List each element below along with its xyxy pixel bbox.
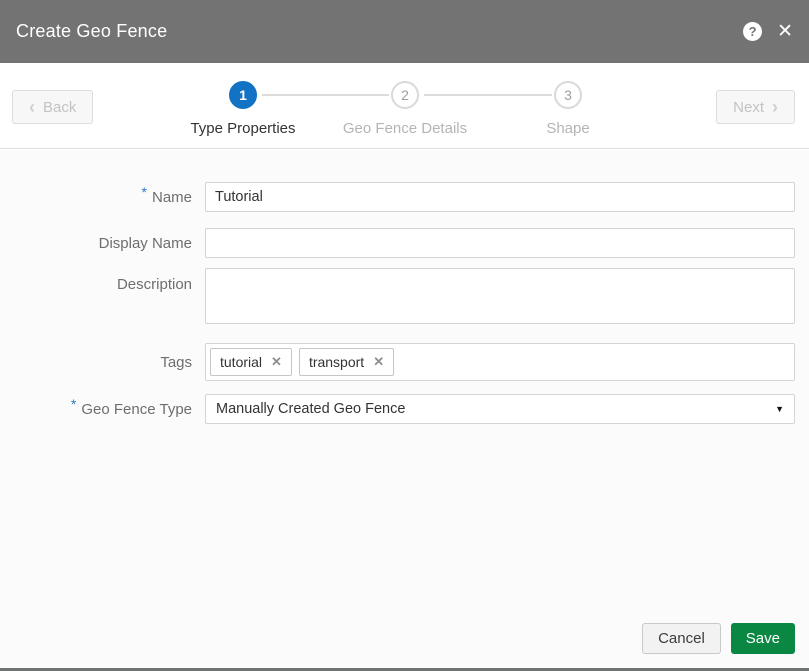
chevron-right-icon: › [772, 97, 778, 117]
step-connector-2 [424, 94, 552, 96]
step-3-circle[interactable]: 3 [554, 81, 582, 109]
tag-chip-label: tutorial [220, 354, 263, 370]
remove-tag-icon[interactable]: ✕ [271, 354, 282, 370]
back-button-label: Back [43, 98, 77, 116]
step-3-label: Shape [546, 120, 590, 137]
close-icon[interactable]: ✕ [777, 22, 793, 41]
form-area: * Name Display Name Description [0, 150, 809, 668]
step-connector-1 [262, 94, 389, 96]
geo-fence-type-row: * Geo Fence Type Manually Created Geo Fe… [0, 394, 795, 424]
tag-chip: tutorial ✕ [210, 348, 292, 376]
save-button[interactable]: Save [730, 623, 795, 654]
next-button[interactable]: Next › [716, 90, 795, 124]
create-geo-fence-dialog: Create Geo Fence ? ✕ ‹ Back Next › 1 2 3… [0, 0, 809, 671]
geo-fence-type-select[interactable]: Manually Created Geo Fence ▼ [205, 394, 795, 424]
required-asterisk: * [141, 184, 147, 200]
dialog-title: Create Geo Fence [16, 21, 168, 41]
next-button-label: Next [733, 98, 764, 116]
step-2-label: Geo Fence Details [342, 120, 468, 137]
display-name-input[interactable] [205, 228, 795, 258]
required-asterisk: * [70, 396, 77, 412]
geo-fence-type-label: * Geo Fence Type [70, 396, 192, 418]
header-actions: ? ✕ [743, 22, 793, 41]
step-1-circle[interactable]: 1 [229, 81, 257, 109]
caret-down-icon: ▼ [775, 404, 784, 414]
geo-fence-type-value: Manually Created Geo Fence [216, 401, 406, 417]
step-1-label: Type Properties [190, 120, 296, 137]
name-row: * Name [0, 182, 795, 212]
tags-input[interactable]: tutorial ✕ transport ✕ [205, 343, 795, 381]
cancel-button[interactable]: Cancel [642, 623, 721, 654]
name-label: * Name [141, 184, 192, 206]
wizard-train: ‹ Back Next › 1 2 3 Type Properties Geo … [0, 63, 809, 149]
remove-tag-icon[interactable]: ✕ [373, 354, 384, 370]
tags-row: Tags tutorial ✕ transport ✕ [0, 343, 795, 381]
tag-chip: transport ✕ [298, 348, 395, 376]
dialog-footer: Cancel Save [642, 623, 795, 654]
help-icon[interactable]: ? [743, 22, 763, 41]
chevron-left-icon: ‹ [29, 97, 35, 117]
description-row: Description [0, 268, 795, 329]
name-input[interactable] [205, 182, 795, 212]
tags-label: Tags [160, 353, 192, 371]
description-label: Description [116, 276, 192, 293]
step-2-circle[interactable]: 2 [391, 81, 419, 109]
dialog-header: Create Geo Fence ? ✕ [0, 0, 809, 63]
display-name-row: Display Name [0, 228, 795, 258]
display-name-label: Display Name [98, 234, 192, 252]
tag-chip-label: transport [308, 354, 365, 370]
back-button[interactable]: ‹ Back [12, 90, 94, 124]
description-input[interactable] [205, 268, 795, 324]
